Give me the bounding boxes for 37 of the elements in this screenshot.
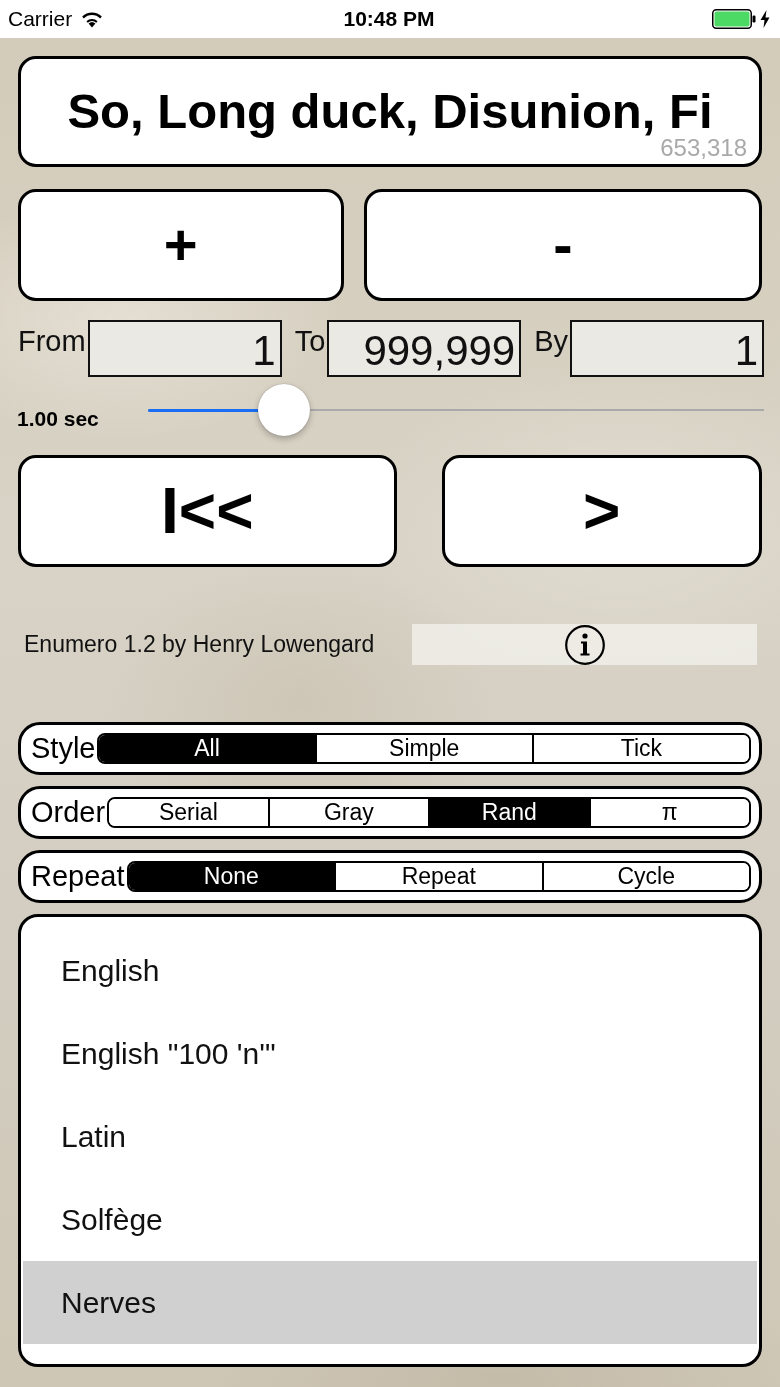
segment-button[interactable]: All [99,735,315,762]
segmented-control[interactable]: None Repeat Cycle [126,861,751,892]
option-label: Order [31,796,106,829]
segment-button[interactable]: π [588,799,749,826]
charging-bolt-icon [760,10,770,28]
speed-reading: 1.00 sec [17,407,100,431]
language-item[interactable]: Solfège [23,1178,757,1261]
number-field[interactable]: 1 [570,320,764,377]
plus-button[interactable]: + [18,189,344,301]
segment-button[interactable]: Rand [428,799,589,826]
wifi-icon [80,10,105,28]
segment-button[interactable]: None [128,863,334,890]
language-item[interactable]: Latin [23,1095,757,1178]
number-field[interactable]: 999,999 [327,320,522,377]
credit-text: Enumero 1.2 by Henry Lowengard [24,631,375,658]
info-button[interactable] [412,624,757,665]
option-label: Style [31,732,96,765]
segmented-control[interactable]: Serial Gray Rand π [107,797,751,828]
play-button[interactable]: > [441,455,762,567]
info-icon [564,624,605,665]
field-label: By [534,324,569,358]
minus-button[interactable]: - [363,189,762,301]
battery-icon [712,9,756,29]
field-label: To [294,324,326,358]
option-label: Repeat [31,860,125,893]
carrier-name: Carrier [8,7,73,31]
language-item[interactable]: Nerves [23,1261,757,1344]
segment-button[interactable]: Cycle [541,863,749,890]
rewind-button[interactable]: I<< [18,455,397,567]
number-field[interactable]: 1 [87,320,282,377]
language-item[interactable]: English "100 'n'" [23,1012,757,1095]
segmented-control[interactable]: All Simple Tick [97,733,751,764]
status-time: 10:48 PM [343,7,435,31]
language-item[interactable]: English [23,929,757,1012]
field-label: From [18,324,86,358]
segment-button[interactable]: Tick [531,735,749,762]
slider-thumb[interactable] [257,384,310,436]
